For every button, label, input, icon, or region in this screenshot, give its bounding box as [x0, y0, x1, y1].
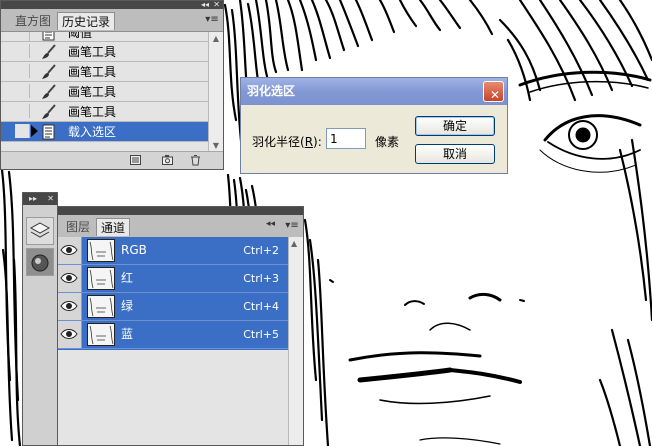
feather-radius-label: 羽化半径(R):	[252, 135, 322, 149]
close-dock-button[interactable]: ✕	[47, 194, 54, 203]
history-item-label: 画笔工具	[68, 85, 117, 99]
unit-label: 像素	[375, 135, 400, 149]
history-state-icon	[42, 124, 55, 140]
history-brush-source-checkbox[interactable]	[15, 124, 30, 138]
history-state-icon	[42, 32, 55, 41]
panel-dock-strip: ▸▸ ✕	[22, 192, 58, 446]
close-panel-button[interactable]: ✕	[213, 0, 220, 9]
channels-panel-tabs: 图层 通道 ◂◂ ▾≡	[58, 215, 303, 238]
history-item-selected[interactable]: 载入选区	[1, 122, 208, 142]
panel-titlebar[interactable]: ◂◂ ✕	[1, 0, 223, 9]
history-state-slider-icon[interactable]	[31, 125, 38, 137]
ok-button[interactable]: 确定	[415, 116, 495, 136]
history-scrollbar[interactable]: ▲ ▼	[208, 32, 223, 153]
feather-radius-input[interactable]	[326, 128, 366, 149]
channel-shortcut: Ctrl+5	[243, 328, 279, 341]
channel-thumbnail	[87, 323, 115, 346]
history-brush-source-checkbox[interactable]	[15, 32, 30, 41]
brush-icon	[42, 84, 56, 99]
feather-selection-dialog: 羽化选区 ✕ 羽化半径(R): 像素 确定 取消	[240, 77, 508, 174]
close-button[interactable]: ✕	[483, 81, 504, 102]
channel-row[interactable]: 绿 Ctrl+4	[58, 293, 288, 321]
channels-empty-area	[58, 350, 288, 445]
channel-name: 蓝	[121, 327, 134, 341]
dock-titlebar[interactable]: ▸▸ ✕	[23, 193, 57, 205]
panel-titlebar[interactable]	[58, 207, 303, 215]
close-icon: ✕	[490, 88, 501, 102]
tab-layers[interactable]: 图层	[62, 218, 94, 236]
history-footer	[1, 151, 223, 169]
channels-scrollbar[interactable]: ▲	[288, 237, 303, 445]
history-brush-source-checkbox[interactable]	[15, 84, 30, 98]
channel-shortcut: Ctrl+4	[243, 300, 279, 313]
snapshot-icon[interactable]	[161, 154, 174, 166]
channel-thumbnail	[87, 295, 115, 318]
history-item-label: 载入选区	[68, 125, 117, 139]
channel-name: 绿	[121, 299, 134, 313]
layers-icon	[29, 222, 51, 238]
collapse-panel-button[interactable]: ◂◂	[201, 0, 209, 9]
channel-thumbnail	[87, 239, 115, 262]
dialog-title: 羽化选区	[247, 84, 296, 98]
history-item-label: 画笔工具	[68, 65, 117, 79]
channel-row[interactable]: 红 Ctrl+3	[58, 265, 288, 293]
collapse-panel-button[interactable]: ◂◂	[266, 219, 275, 229]
brush-icon	[42, 104, 56, 119]
channel-shortcut: Ctrl+2	[243, 244, 279, 257]
channel-row[interactable]: RGB Ctrl+2	[58, 237, 288, 265]
visibility-toggle[interactable]	[58, 265, 82, 292]
history-brush-source-checkbox[interactable]	[15, 64, 30, 78]
visibility-toggle[interactable]	[58, 321, 82, 348]
brush-icon	[42, 44, 56, 59]
history-item[interactable]: 画笔工具	[1, 102, 208, 122]
visibility-toggle[interactable]	[58, 293, 82, 320]
channels-panel-button[interactable]	[26, 248, 54, 276]
channel-shortcut: Ctrl+3	[243, 272, 279, 285]
channel-thumbnail	[87, 267, 115, 290]
eye-icon	[60, 329, 78, 339]
eye-icon	[60, 245, 78, 255]
history-list: 阈值 画笔工具 画笔工具 画笔工具 画笔工具 载入选区	[1, 32, 208, 153]
panel-menu-button[interactable]: ▾≡	[285, 220, 299, 232]
history-brush-source-checkbox[interactable]	[15, 104, 30, 118]
tab-channels[interactable]: 通道	[96, 218, 131, 236]
history-brush-source-checkbox[interactable]	[15, 44, 30, 58]
cancel-button[interactable]: 取消	[415, 144, 495, 164]
history-panel: ◂◂ ✕ 直方图 历史记录 ▾≡ 阈值 画笔工具 画笔工具 画笔工具 画笔工具 …	[0, 0, 224, 170]
tab-history[interactable]: 历史记录	[57, 12, 116, 30]
history-item[interactable]: 画笔工具	[1, 42, 208, 62]
visibility-toggle[interactable]	[58, 237, 82, 264]
trash-icon[interactable]	[189, 154, 202, 166]
channel-name: RGB	[121, 243, 147, 257]
channel-name: 红	[121, 271, 134, 285]
brush-icon	[42, 64, 56, 79]
channels-panel: 图层 通道 ◂◂ ▾≡ RGB Ctrl+2 红 Ctrl+3 绿 Ctrl+4…	[57, 206, 304, 446]
panel-menu-button[interactable]: ▾≡	[205, 14, 219, 26]
history-item[interactable]: 画笔工具	[1, 62, 208, 82]
history-item[interactable]: 阈值	[1, 32, 208, 42]
eye-icon	[60, 273, 78, 283]
scroll-down-arrow-icon[interactable]: ▼	[211, 141, 221, 151]
history-item[interactable]: 画笔工具	[1, 82, 208, 102]
dialog-titlebar[interactable]: 羽化选区 ✕	[241, 78, 507, 105]
layers-panel-button[interactable]	[26, 217, 54, 245]
eye-icon	[60, 301, 78, 311]
channel-row[interactable]: 蓝 Ctrl+5	[58, 321, 288, 349]
history-item-label: 画笔工具	[68, 45, 117, 59]
history-panel-tabs: 直方图 历史记录 ▾≡	[1, 9, 223, 32]
history-item-label: 画笔工具	[68, 105, 117, 119]
scroll-up-arrow-icon[interactable]: ▲	[291, 239, 297, 248]
channels-icon	[31, 254, 49, 272]
scroll-up-arrow-icon[interactable]: ▲	[211, 34, 221, 44]
new-document-from-state-icon[interactable]	[129, 154, 142, 166]
expand-panels-button[interactable]: ▸▸	[29, 194, 37, 203]
tab-histogram[interactable]: 直方图	[11, 12, 55, 30]
channels-list: RGB Ctrl+2 红 Ctrl+3 绿 Ctrl+4 蓝 Ctrl+5	[58, 237, 288, 350]
